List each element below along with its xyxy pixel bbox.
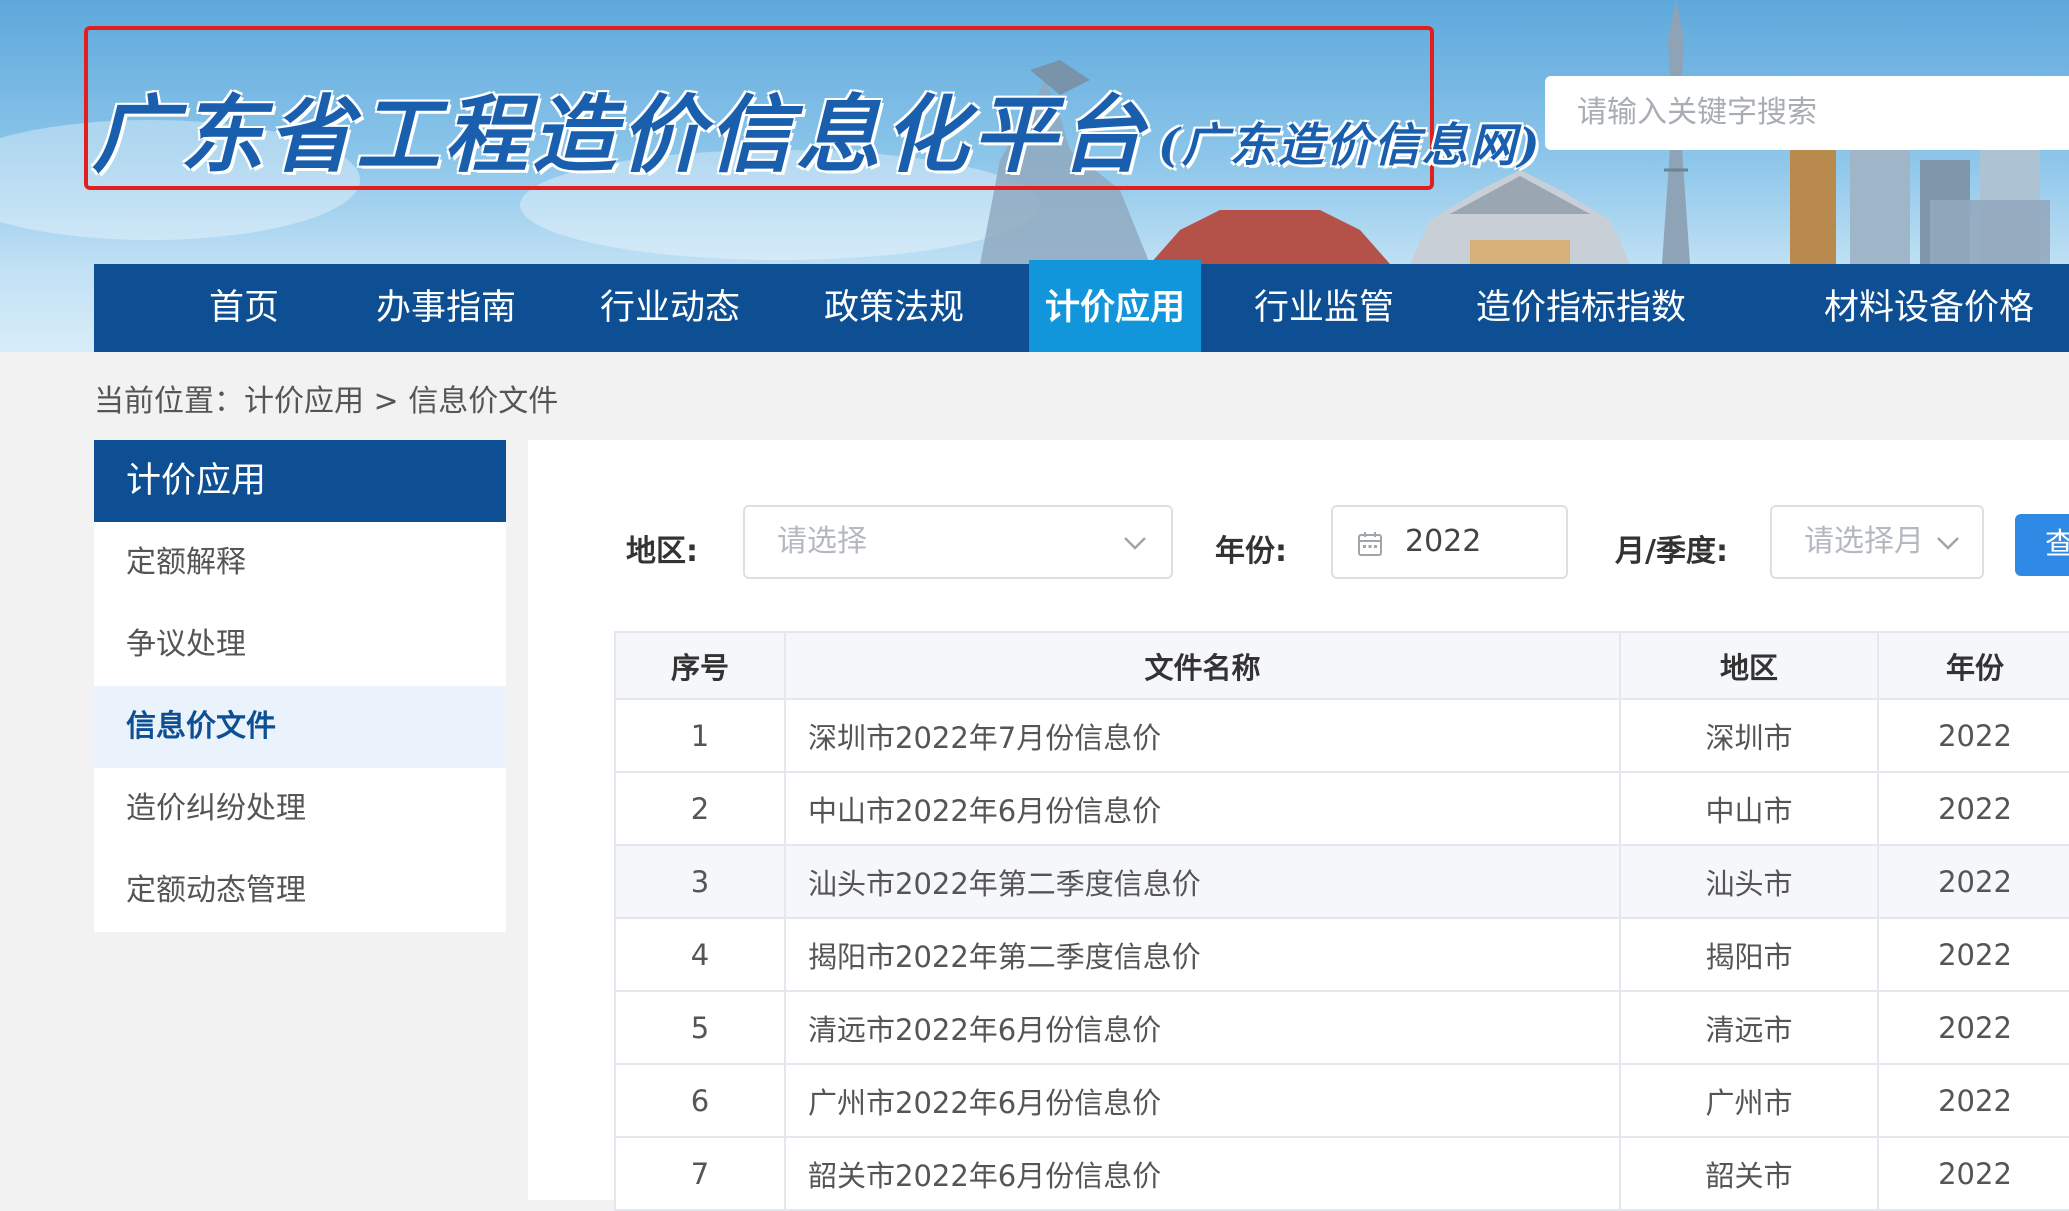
cell-region: 韶关市: [1621, 1138, 1879, 1209]
table-row[interactable]: 7 韶关市2022年6月份信息价 韶关市 2022: [616, 1138, 2069, 1211]
info-price-table: 序号 文件名称 地区 年份 1 深圳市2022年7月份信息价 深圳市 2022 …: [614, 631, 2069, 1211]
year-picker-value: 2022: [1405, 524, 1482, 559]
chevron-down-icon: [1124, 537, 1146, 550]
cell-index: 2: [616, 773, 786, 844]
cell-year: 2022: [1938, 791, 2012, 826]
calendar-icon: [1358, 532, 1382, 556]
nav-item-cost-index[interactable]: 造价指标指数: [1436, 264, 1726, 352]
cell-file-name-link[interactable]: 揭阳市2022年第二季度信息价: [786, 919, 1621, 990]
cell-index: 5: [616, 992, 786, 1063]
cell-index: 6: [616, 1065, 786, 1136]
cell-year: 2022: [1938, 937, 2012, 972]
cell-file-name-link[interactable]: 韶关市2022年6月份信息价: [786, 1138, 1621, 1209]
sidebar-item-quota-dynamic[interactable]: 定额动态管理: [94, 850, 506, 932]
cell-year: 2022: [1938, 864, 2012, 899]
table-row[interactable]: 4 揭阳市2022年第二季度信息价 揭阳市 2022: [616, 919, 2069, 992]
sidebar-item-info-price-files[interactable]: 信息价文件: [94, 686, 506, 768]
cell-file-name-link[interactable]: 深圳市2022年7月份信息价: [786, 700, 1621, 771]
period-select[interactable]: 请选择月: [1770, 505, 1984, 579]
sidebar-item-quota-explanation[interactable]: 定额解释: [94, 522, 506, 604]
main-nav: 首页 办事指南 行业动态 政策法规 计价应用 行业监管 造价指标指数 材料设备价…: [94, 260, 2069, 352]
cell-index: 7: [616, 1138, 786, 1209]
nav-item-supervision[interactable]: 行业监管: [1212, 264, 1436, 352]
table-row[interactable]: 3 汕头市2022年第二季度信息价 汕头市 2022: [616, 846, 2069, 919]
cell-file-name-link[interactable]: 中山市2022年6月份信息价: [786, 773, 1621, 844]
table-row[interactable]: 5 清远市2022年6月份信息价 清远市 2022: [616, 992, 2069, 1065]
region-label: 地区:: [626, 534, 698, 569]
site-logo[interactable]: 广东省工程造价信息化平台 (广东造价信息网): [92, 68, 1542, 189]
search-placeholder: 请输入关键字搜索: [1577, 95, 1817, 130]
cell-file-name-link[interactable]: 汕头市2022年第二季度信息价: [786, 846, 1621, 917]
site-logo-subtitle: (广东造价信息网): [1158, 118, 1542, 172]
region-select[interactable]: 请选择: [743, 505, 1173, 579]
header-year: 年份: [1945, 650, 2004, 685]
year-label: 年份:: [1215, 534, 1287, 569]
site-logo-title: 广东省工程造价信息化平台: [92, 85, 1149, 184]
nav-item-policy[interactable]: 政策法规: [782, 264, 1006, 352]
table-row[interactable]: 1 深圳市2022年7月份信息价 深圳市 2022: [616, 700, 2069, 773]
cell-year: 2022: [1938, 1010, 2012, 1045]
region-select-placeholder: 请选择: [777, 524, 867, 559]
nav-item-home[interactable]: 首页: [154, 264, 334, 352]
sidebar-title: 计价应用: [94, 440, 506, 522]
query-button[interactable]: 查: [2015, 514, 2069, 576]
cell-region: 深圳市: [1621, 700, 1879, 771]
cell-region: 汕头市: [1621, 846, 1879, 917]
nav-item-guide[interactable]: 办事指南: [334, 264, 558, 352]
nav-item-material-price[interactable]: 材料设备价格: [1784, 264, 2069, 352]
table-row[interactable]: 2 中山市2022年6月份信息价 中山市 2022: [616, 773, 2069, 846]
year-picker[interactable]: 2022: [1331, 505, 1568, 579]
nav-item-pricing-app[interactable]: 计价应用: [1029, 260, 1201, 352]
cell-region: 广州市: [1621, 1065, 1879, 1136]
sidebar-item-dispute-handling[interactable]: 争议处理: [94, 604, 506, 686]
table-header-row: 序号 文件名称 地区 年份: [616, 633, 2069, 700]
cell-index: 4: [616, 919, 786, 990]
sidebar: 计价应用 定额解释 争议处理 信息价文件 造价纠纷处理 定额动态管理: [94, 440, 506, 932]
breadcrumb: 当前位置：计价应用 > 信息价文件: [94, 384, 559, 419]
table-row[interactable]: 6 广州市2022年6月份信息价 广州市 2022: [616, 1065, 2069, 1138]
cell-region: 中山市: [1621, 773, 1879, 844]
sidebar-item-cost-dispute[interactable]: 造价纠纷处理: [94, 768, 506, 850]
cell-year: 2022: [1938, 718, 2012, 753]
header-file-name: 文件名称: [786, 633, 1621, 698]
header-index: 序号: [616, 633, 786, 698]
cell-region: 清远市: [1621, 992, 1879, 1063]
cell-index: 3: [616, 846, 786, 917]
search-input[interactable]: 请输入关键字搜索: [1545, 76, 2069, 150]
nav-item-industry-news[interactable]: 行业动态: [558, 264, 782, 352]
period-label: 月/季度:: [1615, 534, 1728, 569]
cell-index: 1: [616, 700, 786, 771]
period-select-placeholder: 请选择月: [1804, 524, 1924, 559]
cell-file-name-link[interactable]: 清远市2022年6月份信息价: [786, 992, 1621, 1063]
header-region: 地区: [1621, 633, 1879, 698]
chevron-down-icon: [1937, 537, 1959, 550]
cell-year: 2022: [1938, 1083, 2012, 1118]
cell-year: 2022: [1938, 1156, 2012, 1191]
cell-file-name-link[interactable]: 广州市2022年6月份信息价: [786, 1065, 1621, 1136]
cell-region: 揭阳市: [1621, 919, 1879, 990]
